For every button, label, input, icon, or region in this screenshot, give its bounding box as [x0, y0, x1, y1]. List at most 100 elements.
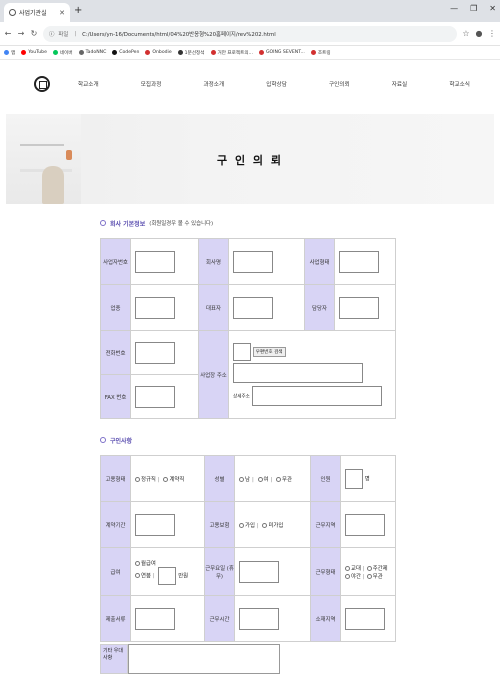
bookmark-favicon-icon [210, 50, 216, 55]
manager-field[interactable] [339, 296, 379, 319]
label-gender: 성별 [204, 455, 235, 502]
menu-item[interactable]: 자료실 [392, 80, 407, 88]
docs-field[interactable] [135, 607, 175, 630]
star-icon[interactable]: ☆ [462, 29, 470, 38]
section-note: (회원일경우 볼 수 있습니다) [149, 221, 214, 227]
phone-field[interactable] [135, 341, 175, 364]
bookmark-favicon-icon [258, 50, 264, 55]
bookmark-item[interactable]: CodePen [112, 50, 139, 55]
ceo-field[interactable] [233, 296, 273, 319]
menu-item[interactable]: 과정소개 [204, 80, 225, 88]
radio-shift-day[interactable] [366, 565, 372, 571]
zip-search-button[interactable]: 우편번호 검색 [252, 347, 286, 357]
bookmark-item[interactable]: YouTube [21, 50, 47, 55]
menu-item[interactable]: 모집과정 [141, 80, 162, 88]
bookmark-item[interactable]: 거만 프로젝트의... [210, 50, 253, 56]
reload-icon[interactable]: ↻ [30, 29, 38, 38]
company-info-table: 사업자번호 회사명 사업형태 업종 대표자 담당자 전화번호 사업장 주소 우편… [100, 238, 396, 419]
pay-amount-field[interactable] [158, 566, 177, 585]
contract-field[interactable] [135, 513, 175, 536]
radio-pay-annual[interactable] [135, 573, 140, 578]
close-icon[interactable]: ✕ [59, 9, 65, 17]
profile-icon[interactable]: ● [475, 29, 483, 38]
label-industry: 업종 [100, 284, 131, 331]
label-biz-no: 사업자번호 [100, 238, 131, 285]
fax-field[interactable] [135, 385, 175, 408]
label-insurance: 고용보험 [204, 501, 235, 548]
radio-shift-night[interactable] [345, 573, 350, 579]
forward-icon[interactable]: → [17, 29, 25, 38]
radio-employ-regular[interactable] [135, 476, 140, 482]
bookmark-item[interactable]: Onbodie [145, 50, 172, 55]
radio-pay-monthly[interactable] [135, 560, 140, 566]
section-title: 회사 기본정보 [110, 220, 146, 228]
site-header: 학교소개 모집과정 과정소개 입학상담 구인의뢰 자료실 학교소식 [0, 60, 500, 108]
headcount-field[interactable] [345, 468, 363, 489]
radio-gender-male[interactable] [239, 476, 244, 482]
bookmark-item[interactable]: TadoNNC [78, 50, 106, 55]
address-bar-row: ← → ↻ ⓘ 파일 | C:/Users/yn-16/Documents/ht… [0, 22, 500, 46]
zip-code-field[interactable] [233, 343, 251, 361]
radio-shift-rotate[interactable] [345, 565, 350, 571]
menu-item[interactable]: 입학상담 [266, 80, 287, 88]
tab-title: 사업기관실 [19, 10, 47, 17]
bookmark-favicon-icon [4, 50, 9, 55]
work-days-field[interactable] [239, 560, 279, 583]
more-icon[interactable]: ⋮ [488, 29, 496, 38]
url-text: C:/Users/yn-16/Documents/html/04%20반응형%2… [82, 31, 276, 38]
site-logo-icon[interactable] [34, 76, 50, 92]
company-info-section: 회사 기본정보 (회원일경우 볼 수 있습니다) 사업자번호 회사명 사업형태 … [100, 216, 396, 419]
label-work-time: 근무시간 [204, 595, 235, 642]
company-name-field[interactable] [233, 250, 273, 273]
circle-icon [100, 220, 106, 226]
industry-field[interactable] [135, 296, 175, 319]
menu-item[interactable]: 구인의뢰 [329, 80, 350, 88]
label-company-name: 회사명 [198, 238, 229, 285]
label-ceo: 대표자 [198, 284, 229, 331]
label-work-area: 근무지역 [310, 501, 341, 548]
url-input[interactable]: ⓘ 파일 | C:/Users/yn-16/Documents/html/04%… [43, 25, 457, 42]
biz-type-field[interactable] [339, 250, 379, 273]
label-fax: FAX 번호 [100, 374, 131, 419]
maximize-icon[interactable]: ❐ [470, 4, 477, 13]
bookmark-item[interactable]: 1분선정석 [177, 50, 205, 56]
window-controls: — ❐ ✕ [450, 4, 496, 13]
back-icon[interactable]: ← [4, 29, 12, 38]
label-manager: 담당자 [304, 284, 335, 331]
radio-uninsured[interactable] [262, 522, 268, 528]
recruit-table: 고용형태 정규직 | 계약직 성별 남 | 여 | 무관 인원 명 계약기간 고용보험… [100, 455, 396, 642]
bookmark-item[interactable]: GOING SEVENT... [258, 50, 305, 55]
info-icon: ⓘ [49, 31, 55, 38]
radio-insured[interactable] [239, 522, 244, 528]
extra-textarea[interactable] [128, 644, 280, 674]
bookmark-favicon-icon [112, 50, 118, 55]
work-area-field[interactable] [345, 513, 385, 536]
bookmark-item[interactable]: 네이버 [52, 50, 73, 56]
bookmark-item[interactable]: 앱 [4, 50, 15, 56]
biz-no-field[interactable] [135, 250, 175, 273]
menu-item[interactable]: 학교소개 [78, 80, 99, 88]
address-field[interactable] [233, 363, 363, 383]
new-tab-button[interactable]: + [74, 5, 82, 16]
bookmarks-bar: 앱 YouTube 네이버 TadoNNC CodePen Onbodie 1분선정석 거만 … [0, 46, 500, 60]
menu-item[interactable]: 학교소식 [449, 80, 470, 88]
bookmark-favicon-icon [21, 50, 27, 55]
contact-area-field[interactable] [345, 607, 385, 630]
recruit-section: 구인사항 고용형태 정규직 | 계약직 성별 남 | 여 | 무관 인원 명 계약기간… [100, 433, 396, 642]
bookmark-favicon-icon [310, 50, 316, 55]
minimize-icon[interactable]: — [450, 4, 458, 13]
radio-gender-female[interactable] [257, 476, 263, 482]
label-address: 사업장 주소 [198, 330, 229, 419]
radio-employ-contract[interactable] [163, 476, 169, 482]
work-time-field[interactable] [239, 607, 279, 630]
bookmark-item[interactable]: 조트링 [310, 50, 331, 56]
close-window-icon[interactable]: ✕ [489, 4, 496, 13]
browser-tab[interactable]: 사업기관실 ✕ [4, 3, 70, 22]
hero-banner: 구 인 의 뢰 [6, 114, 494, 204]
label-shift: 근무형태 [310, 547, 341, 596]
radio-gender-any[interactable] [276, 476, 282, 482]
radio-shift-any[interactable] [366, 573, 372, 579]
label-contact-area: 소재지역 [310, 595, 341, 642]
detail-address-field[interactable] [251, 386, 382, 406]
detail-address-label: 상세주소 [233, 394, 250, 400]
